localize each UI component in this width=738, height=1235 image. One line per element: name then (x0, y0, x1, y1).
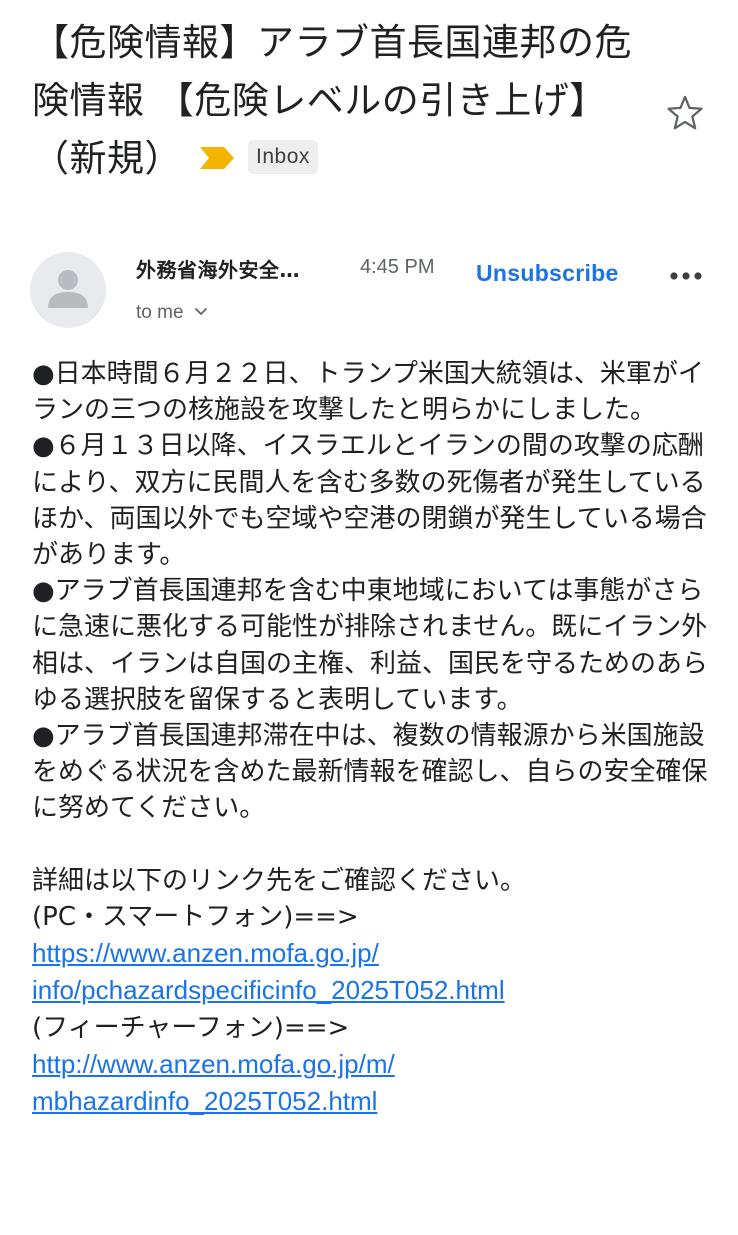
star-icon[interactable] (664, 92, 706, 134)
recipient-details-toggle[interactable]: to me (136, 300, 208, 324)
avatar[interactable] (30, 252, 106, 328)
pc-link-label: (PC・スマートフォン)==> (32, 902, 359, 933)
sender-header: 外務省海外安全… 4:45 PM Unsubscribe to me (30, 250, 720, 340)
body-paragraph-3: ●アラブ首長国連邦を含む中東地域においては事態がさらに急速に悪化する可能性が排除… (32, 576, 709, 715)
details-intro: 詳細は以下のリンク先をご確認ください。 (32, 865, 527, 896)
pc-link-line-2[interactable]: info/pchazardspecificinfo_2025T052.html (32, 975, 505, 1005)
fp-link-line-2[interactable]: mbhazardinfo_2025T052.html (32, 1086, 377, 1116)
body-paragraph-4: ●アラブ首長国連邦滞在中は、複数の情報源から米国施設をめぐる状況を含めた最新情報… (32, 721, 708, 824)
sender-name[interactable]: 外務省海外安全… (136, 254, 300, 283)
inbox-label-chip[interactable]: Inbox (248, 140, 318, 174)
body-paragraph-1: ●日本時間６月２２日、トランプ米国大統領は、米軍がイランの三つの核施設を攻撃した… (32, 359, 704, 426)
feature-phone-link-label: (フィーチャーフォン)==> (32, 1012, 350, 1043)
body-paragraph-2: ●６月１３日以降、イスラエルとイランの間の攻撃の応酬により、双方に民間人を含む多… (32, 431, 707, 571)
recipient-text: to me (136, 302, 184, 323)
pc-link[interactable]: https://www.anzen.mofa.go.jp/info/pchaza… (32, 935, 716, 1009)
importance-marker-icon[interactable] (200, 147, 234, 169)
fp-link-line-1[interactable]: http://www.anzen.mofa.go.jp/m/ (32, 1049, 395, 1079)
person-icon (48, 270, 88, 308)
pc-link-line-1[interactable]: https://www.anzen.mofa.go.jp/ (32, 938, 379, 968)
unsubscribe-link[interactable]: Unsubscribe (476, 260, 619, 287)
more-horizontal-icon[interactable] (666, 264, 706, 288)
sent-time: 4:45 PM (360, 256, 435, 278)
email-subject: 【危険情報】アラブ首長国連邦の危険情報 【危険レベルの引き上げ】（新規） Inbo… (32, 14, 632, 188)
message-body: ●日本時間６月２２日、トランプ米国大統領は、米軍がイランの三つの核施設を攻撃した… (32, 356, 716, 1120)
feature-phone-link[interactable]: http://www.anzen.mofa.go.jp/m/mbhazardin… (32, 1046, 716, 1120)
chevron-down-icon (194, 300, 208, 322)
subject-text: 【危険情報】アラブ首長国連邦の危険情報 【危険レベルの引き上げ】（新規） (32, 21, 632, 180)
